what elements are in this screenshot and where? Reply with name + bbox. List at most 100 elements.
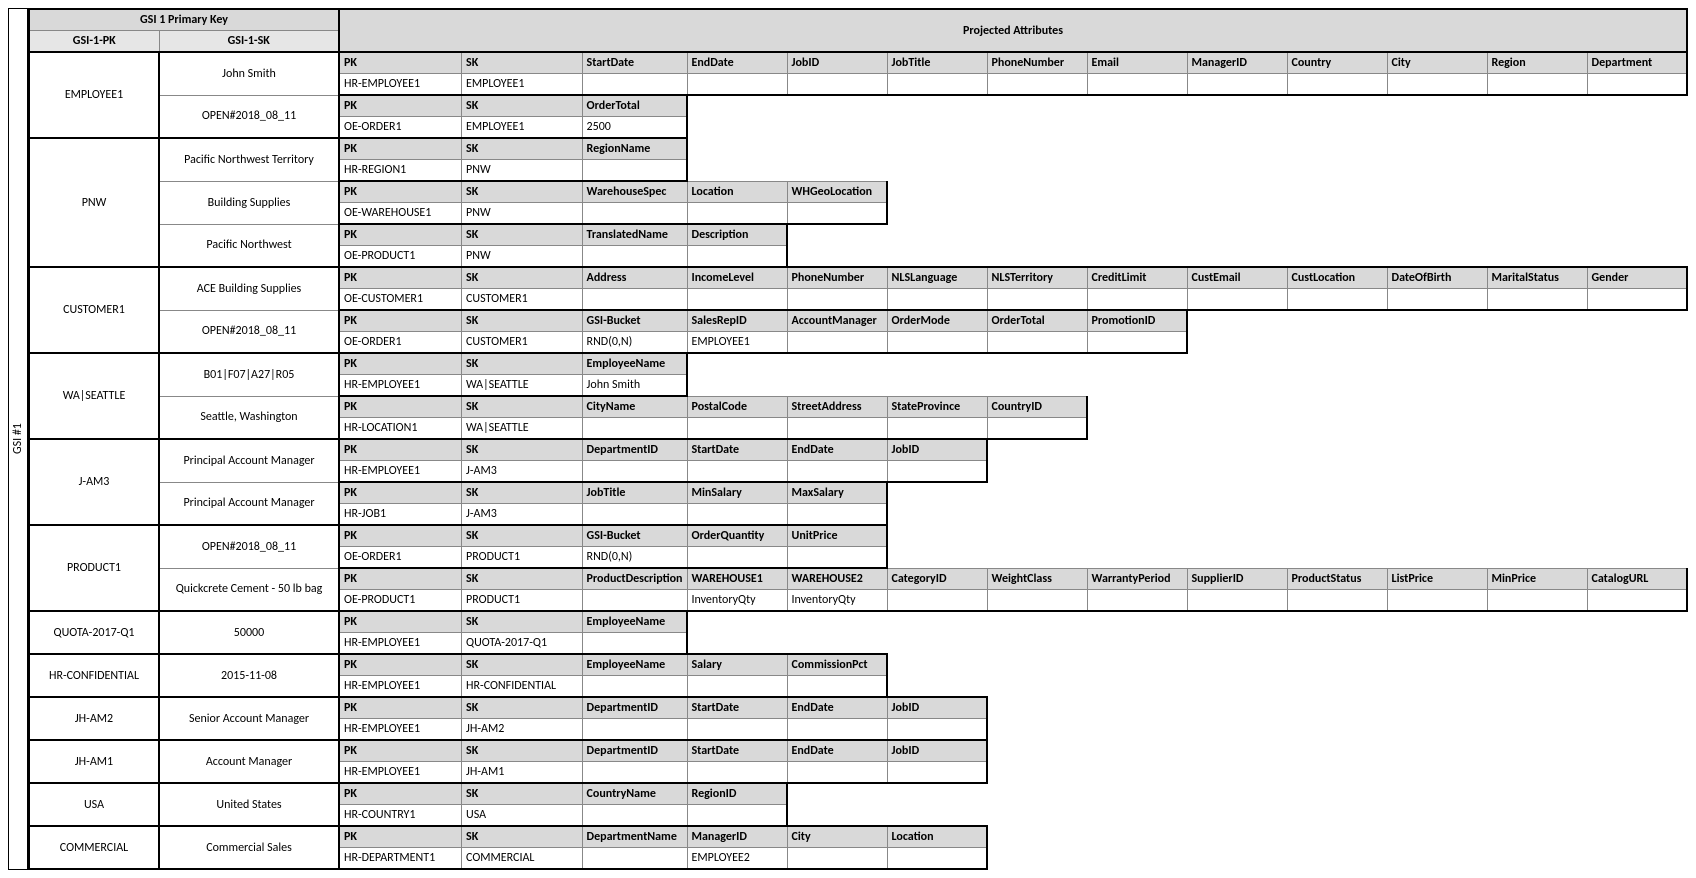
attr-header-cell: StartDate xyxy=(582,52,687,74)
attr-data-cell xyxy=(582,289,687,311)
attr-header-cell: PhoneNumber xyxy=(787,267,887,289)
attr-header-cell: PK xyxy=(339,95,462,117)
attr-header-cell: Country xyxy=(1287,52,1387,74)
attr-data-cell: HR-EMPLOYEE1 xyxy=(339,375,462,397)
attr-header-cell: PhoneNumber xyxy=(987,52,1087,74)
attr-data-cell xyxy=(687,504,787,526)
attr-data-cell xyxy=(787,547,887,569)
attr-header-cell: JobID xyxy=(887,439,987,461)
attr-data-cell xyxy=(582,719,687,741)
attr-data-cell: OE-ORDER1 xyxy=(339,117,462,139)
attr-header-cell: IncomeLevel xyxy=(687,267,787,289)
attr-data-cell: WA|SEATTLE xyxy=(462,375,583,397)
attr-header-cell: CreditLimit xyxy=(1087,267,1187,289)
attr-data-cell xyxy=(787,762,887,784)
attr-data-cell: OE-WAREHOUSE1 xyxy=(339,203,462,225)
gsi-diagram: GSI #1 GSI 1 Primary KeyProjected Attrib… xyxy=(8,8,1688,870)
attr-data-cell xyxy=(987,289,1087,311)
attr-header-cell: JobID xyxy=(887,697,987,719)
attr-header-cell: PK xyxy=(339,396,462,418)
attr-header-cell: WHGeoLocation xyxy=(787,181,887,203)
attr-header-cell: City xyxy=(787,826,887,848)
attr-data-cell xyxy=(582,461,687,483)
attr-header-cell: Location xyxy=(887,826,987,848)
attr-header-cell: PK xyxy=(339,697,462,719)
attr-data-cell: InventoryQty xyxy=(687,590,787,612)
attr-data-cell xyxy=(1087,590,1187,612)
attr-data-cell xyxy=(687,719,787,741)
attr-header-cell: PK xyxy=(339,224,462,246)
attr-data-cell: EMPLOYEE1 xyxy=(462,74,583,96)
attr-data-cell xyxy=(1587,289,1687,311)
attr-header-cell: RegionName xyxy=(582,138,687,160)
attr-data-cell: PNW xyxy=(462,246,583,268)
gsi-pk-cell: HR-CONFIDENTIAL xyxy=(29,654,159,697)
attr-data-cell: OE-ORDER1 xyxy=(339,332,462,354)
attr-header-cell: EmployeeName xyxy=(582,353,687,375)
attr-data-cell xyxy=(1187,590,1287,612)
attr-header-cell: SK xyxy=(462,310,583,332)
attr-data-cell xyxy=(887,461,987,483)
attr-data-cell xyxy=(787,74,887,96)
gsi-sk-cell: OPEN#2018_08_11 xyxy=(159,95,339,138)
attr-header-cell: SK xyxy=(462,826,583,848)
attr-data-cell xyxy=(1487,74,1587,96)
attr-header-cell: DateOfBirth xyxy=(1387,267,1487,289)
attr-header-cell: SK xyxy=(462,224,583,246)
attr-header-cell: PK xyxy=(339,568,462,590)
attr-header-cell: WarrantyPeriod xyxy=(1087,568,1187,590)
gsi-sk-cell: Principal Account Manager xyxy=(159,439,339,482)
attr-data-cell: JH-AM1 xyxy=(462,762,583,784)
attr-header-cell: PromotionID xyxy=(1087,310,1187,332)
attr-data-cell xyxy=(787,332,887,354)
gsi-sk-cell: Pacific Northwest Territory xyxy=(159,138,339,181)
attr-data-cell xyxy=(1487,289,1587,311)
attr-data-cell: OE-PRODUCT1 xyxy=(339,590,462,612)
attr-data-cell: EMPLOYEE2 xyxy=(687,848,787,870)
gsi-pk-cell: COMMERCIAL xyxy=(29,826,159,869)
attr-data-cell: OE-CUSTOMER1 xyxy=(339,289,462,311)
attr-header-cell: ManagerID xyxy=(687,826,787,848)
attr-header-cell: PK xyxy=(339,525,462,547)
attr-data-cell: QUOTA-2017-Q1 xyxy=(462,633,583,655)
attr-data-cell xyxy=(687,289,787,311)
attr-header-cell: SK xyxy=(462,439,583,461)
attr-header-cell: MaritalStatus xyxy=(1487,267,1587,289)
attr-data-cell xyxy=(687,676,787,698)
attr-data-cell xyxy=(987,332,1087,354)
attr-header-cell: DepartmentID xyxy=(582,697,687,719)
attr-data-cell: HR-EMPLOYEE1 xyxy=(339,676,462,698)
gsi-pk-cell: QUOTA-2017-Q1 xyxy=(29,611,159,654)
attr-data-cell: PRODUCT1 xyxy=(462,547,583,569)
attr-header-cell: RegionID xyxy=(687,783,787,805)
attr-data-cell xyxy=(887,719,987,741)
attr-data-cell xyxy=(1087,74,1187,96)
attr-data-cell xyxy=(1487,590,1587,612)
attr-data-cell xyxy=(582,246,687,268)
attr-data-cell xyxy=(987,418,1087,440)
gsi-side-label: GSI #1 xyxy=(8,8,28,870)
attr-data-cell: HR-EMPLOYEE1 xyxy=(339,461,462,483)
attr-data-cell: USA xyxy=(462,805,583,827)
attr-header-cell: Gender xyxy=(1587,267,1687,289)
attr-header-cell: SK xyxy=(462,482,583,504)
attr-data-cell xyxy=(887,332,987,354)
attr-header-cell: EndDate xyxy=(787,439,887,461)
attr-header-cell: MinSalary xyxy=(687,482,787,504)
attr-data-cell xyxy=(787,719,887,741)
attr-data-cell xyxy=(687,74,787,96)
attr-data-cell: John Smith xyxy=(582,375,687,397)
gsi-sk-cell: 50000 xyxy=(159,611,339,654)
gsi-sk-cell: ACE Building Supplies xyxy=(159,267,339,310)
attr-header-cell: ProductDescription xyxy=(582,568,687,590)
attr-header-cell: PK xyxy=(339,826,462,848)
attr-data-cell xyxy=(582,848,687,870)
attr-header-cell: SK xyxy=(462,267,583,289)
gsi-pk-cell: USA xyxy=(29,783,159,826)
attr-header-cell: MinPrice xyxy=(1487,568,1587,590)
attr-data-cell xyxy=(787,848,887,870)
attr-header-cell: StartDate xyxy=(687,740,787,762)
gsi-pk-cell: JH-AM1 xyxy=(29,740,159,783)
attr-data-cell xyxy=(787,461,887,483)
attr-header-cell: SK xyxy=(462,654,583,676)
